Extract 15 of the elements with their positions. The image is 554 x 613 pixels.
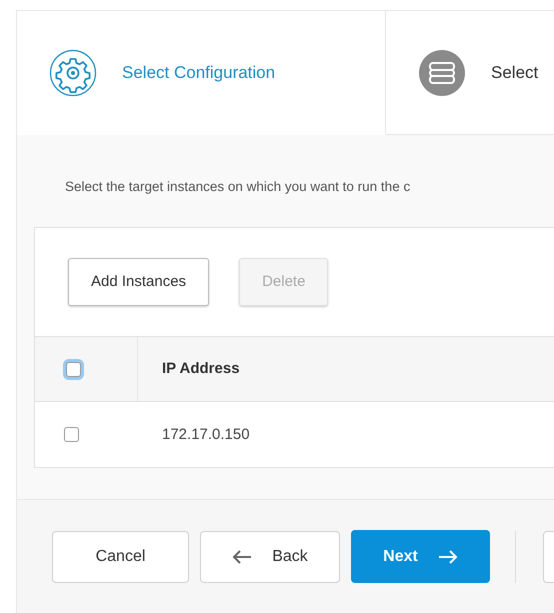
left-arrow-icon <box>232 548 252 565</box>
step-tab[interactable]: Select <box>386 10 554 135</box>
table-cell-text: 172.17.0.150 <box>161 424 250 444</box>
column-header: IP Address <box>161 359 240 379</box>
right-arrow-icon <box>438 548 458 565</box>
step-label: Select Configuration <box>122 62 276 84</box>
cancel-button[interactable]: Cancel <box>52 530 189 583</box>
description: Select the target instances on which you want to run the c <box>65 178 412 196</box>
next-button[interactable]: Next <box>351 530 490 584</box>
checkbox[interactable] <box>64 427 79 442</box>
checkbox[interactable] <box>66 362 81 377</box>
step-tab[interactable]: Select Configuration <box>17 10 386 135</box>
step-label: Select <box>491 62 538 84</box>
back-button[interactable]: Back <box>200 530 340 583</box>
add-instances-button[interactable]: Add Instances <box>68 258 210 306</box>
